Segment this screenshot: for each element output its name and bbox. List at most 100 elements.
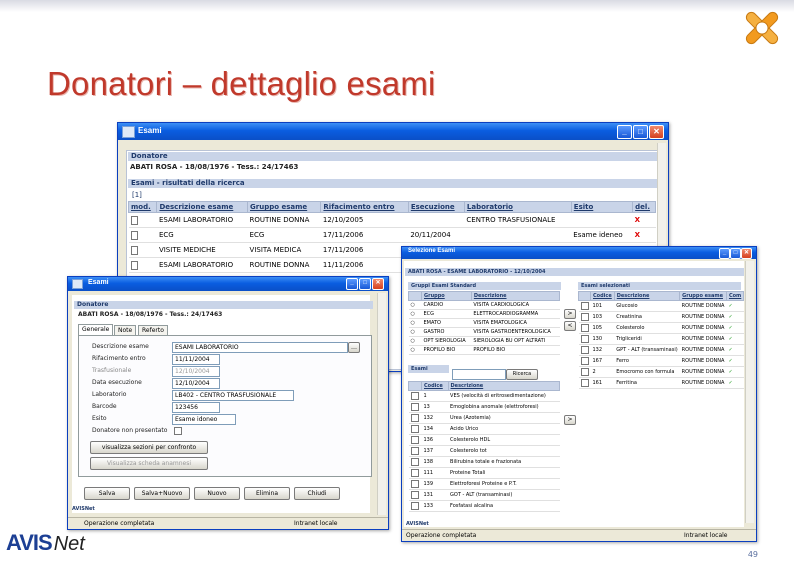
col-mod[interactable]: mod. xyxy=(127,201,158,213)
list-item[interactable]: 111 Proteine Totali xyxy=(408,467,560,479)
list-item[interactable]: 133 Fosfatasi alcalina xyxy=(408,500,560,512)
col-group[interactable]: Gruppo xyxy=(421,291,472,301)
description-lookup-button[interactable]: … xyxy=(348,342,360,353)
new-button[interactable]: Nuovo xyxy=(194,487,240,500)
list-item[interactable]: 134 Acido Urico xyxy=(408,423,560,435)
close-button[interactable]: ✕ xyxy=(741,248,752,259)
list-item[interactable]: 105 Colesterolo ROUTINE DONNA ✓ xyxy=(578,322,744,334)
list-item[interactable]: ○ ECG ELETTROCARDIOGRAMMA xyxy=(408,309,560,319)
redo-by-field[interactable]: 11/11/2004 xyxy=(172,354,220,365)
list-item[interactable]: 13 Emoglobina anomale (elettroforesi) xyxy=(408,401,560,413)
checkbox[interactable] xyxy=(410,469,419,477)
add-arrow-button[interactable]: > xyxy=(564,309,576,319)
edit-document-icon[interactable] xyxy=(130,245,138,255)
checkbox[interactable] xyxy=(410,436,419,444)
table-row[interactable]: ECG ECG 17/11/2006 20/11/2004 Esame iden… xyxy=(128,227,656,243)
checkbox[interactable] xyxy=(410,403,419,411)
close-dialog-button[interactable]: Chiudi xyxy=(294,487,340,500)
list-item[interactable]: ○ CARDIO VISITA CARDIOLOGICA xyxy=(408,300,560,310)
no-show-checkbox[interactable] xyxy=(174,427,182,435)
maximize-button[interactable]: □ xyxy=(359,278,371,290)
close-button[interactable]: ✕ xyxy=(649,125,664,139)
delete-button[interactable]: Elimina xyxy=(244,487,290,500)
col-description[interactable]: Descrizione xyxy=(470,291,561,301)
add-exam-arrow-button[interactable]: > xyxy=(564,415,576,425)
list-item[interactable]: 167 Ferro ROUTINE DONNA ✓ xyxy=(578,355,744,367)
checkbox[interactable] xyxy=(580,324,589,332)
barcode-field[interactable]: 123456 xyxy=(172,402,220,413)
maximize-button[interactable]: □ xyxy=(633,125,648,139)
vertical-scrollbar[interactable] xyxy=(745,261,754,523)
list-item[interactable]: 130 Trigliceridi ROUTINE DONNA ✓ xyxy=(578,333,744,345)
col-code[interactable]: Codice xyxy=(421,381,449,391)
checkbox[interactable] xyxy=(410,392,419,400)
checkbox[interactable] xyxy=(580,346,589,354)
col-laboratory[interactable]: Laboratorio xyxy=(463,201,572,213)
delete-icon[interactable]: X xyxy=(632,212,656,228)
col-group[interactable]: Gruppo esame xyxy=(679,291,727,301)
list-item[interactable]: 2 Emocromo con formula ROUTINE DONNA ✓ xyxy=(578,366,744,378)
list-item[interactable]: 132 Urea (Azotemia) xyxy=(408,412,560,424)
list-item[interactable]: ○ PROFILO BIO PROFILO BIO xyxy=(408,345,560,355)
checkbox[interactable] xyxy=(410,425,419,433)
list-item[interactable]: 138 Bilirubina totale e frazionata xyxy=(408,456,560,468)
checkbox[interactable] xyxy=(410,502,419,510)
list-item[interactable]: 132 GPT - ALT (transaminasi) ROUTINE DONNA… xyxy=(578,344,744,356)
col-description[interactable]: Descrizione xyxy=(613,291,681,301)
execution-date-field[interactable]: 12/10/2004 xyxy=(172,378,220,389)
checkbox[interactable] xyxy=(410,458,419,466)
anamnesis-button[interactable]: Visualizza scheda anamnesi xyxy=(90,457,208,470)
remove-arrow-button[interactable]: < xyxy=(564,321,576,331)
laboratory-select[interactable]: LB402 - CENTRO TRASFUSIONALE xyxy=(172,390,294,401)
col-outcome[interactable]: Esito xyxy=(570,201,634,213)
col-description[interactable]: Descrizione esame xyxy=(156,201,249,213)
list-item[interactable]: 139 Elettroforesi Proteine e P.T. xyxy=(408,478,560,490)
list-item[interactable]: ○ EMATO VISITA EMATOLOGICA xyxy=(408,318,560,328)
checkbox[interactable] xyxy=(410,491,419,499)
col-description[interactable]: Descrizione xyxy=(447,381,561,391)
list-item[interactable]: 136 Colesterolo HDL xyxy=(408,434,560,446)
checkbox[interactable] xyxy=(410,414,419,422)
col-com[interactable]: Com xyxy=(725,291,745,301)
checkbox[interactable] xyxy=(580,379,589,387)
table-row[interactable]: ESAMI LABORATORIO ROUTINE DONNA 12/10/20… xyxy=(128,212,656,228)
checkbox[interactable] xyxy=(580,357,589,365)
delete-icon[interactable]: X xyxy=(632,227,656,243)
vertical-scrollbar[interactable] xyxy=(377,293,386,515)
list-item[interactable]: 1 VES (velocità di eritrosedimentazione) xyxy=(408,390,560,402)
edit-document-icon[interactable] xyxy=(130,230,138,240)
col-delete[interactable]: del. xyxy=(632,201,656,213)
transfusion-field[interactable]: 12/10/2004 xyxy=(172,366,220,377)
list-item[interactable]: 103 Creatinina ROUTINE DONNA ✓ xyxy=(578,311,744,323)
col-execution[interactable]: Esecuzione xyxy=(407,201,465,213)
checkbox[interactable] xyxy=(580,368,589,376)
exam-search-input[interactable] xyxy=(452,369,506,380)
list-item[interactable]: 137 Colesterolo tot xyxy=(408,445,560,457)
checkbox[interactable] xyxy=(580,335,589,343)
search-button[interactable]: Ricerca xyxy=(506,369,538,380)
minimize-button[interactable]: _ xyxy=(617,125,632,139)
description-field[interactable]: ESAMI LABORATORIO xyxy=(172,342,348,353)
close-button[interactable]: ✕ xyxy=(372,278,384,290)
minimize-button[interactable]: _ xyxy=(719,248,730,259)
list-item[interactable]: 131 GOT - ALT (transaminasi) xyxy=(408,489,560,501)
save-new-button[interactable]: Salva+Nuovo xyxy=(134,487,190,500)
col-code[interactable]: Codice xyxy=(590,291,615,301)
maximize-button[interactable]: □ xyxy=(730,248,741,259)
checkbox[interactable] xyxy=(580,302,589,310)
outcome-select[interactable]: Esame idoneo xyxy=(172,414,236,425)
col-group[interactable]: Gruppo esame xyxy=(247,201,322,213)
compare-sections-button[interactable]: visualizza sezioni per confronto xyxy=(90,441,208,454)
list-item[interactable]: 161 Ferritina ROUTINE DONNA ✓ xyxy=(578,377,744,389)
checkbox[interactable] xyxy=(580,313,589,321)
list-item[interactable]: 101 Glucosio ROUTINE DONNA ✓ xyxy=(578,300,744,312)
col-redo-by[interactable]: Rifacimento entro xyxy=(320,201,409,213)
list-item[interactable]: ○ GASTRO VISITA GASTROENTEROLOGICA xyxy=(408,327,560,337)
edit-document-icon[interactable] xyxy=(130,215,138,225)
checkbox[interactable] xyxy=(410,480,419,488)
edit-document-icon[interactable] xyxy=(130,260,138,270)
list-item[interactable]: ○ OPT SIEROLOGIA SIEROLOGIA BU OPT ALTRATI xyxy=(408,336,560,346)
save-button[interactable]: Salva xyxy=(84,487,130,500)
checkbox[interactable] xyxy=(410,447,419,455)
minimize-button[interactable]: _ xyxy=(346,278,358,290)
